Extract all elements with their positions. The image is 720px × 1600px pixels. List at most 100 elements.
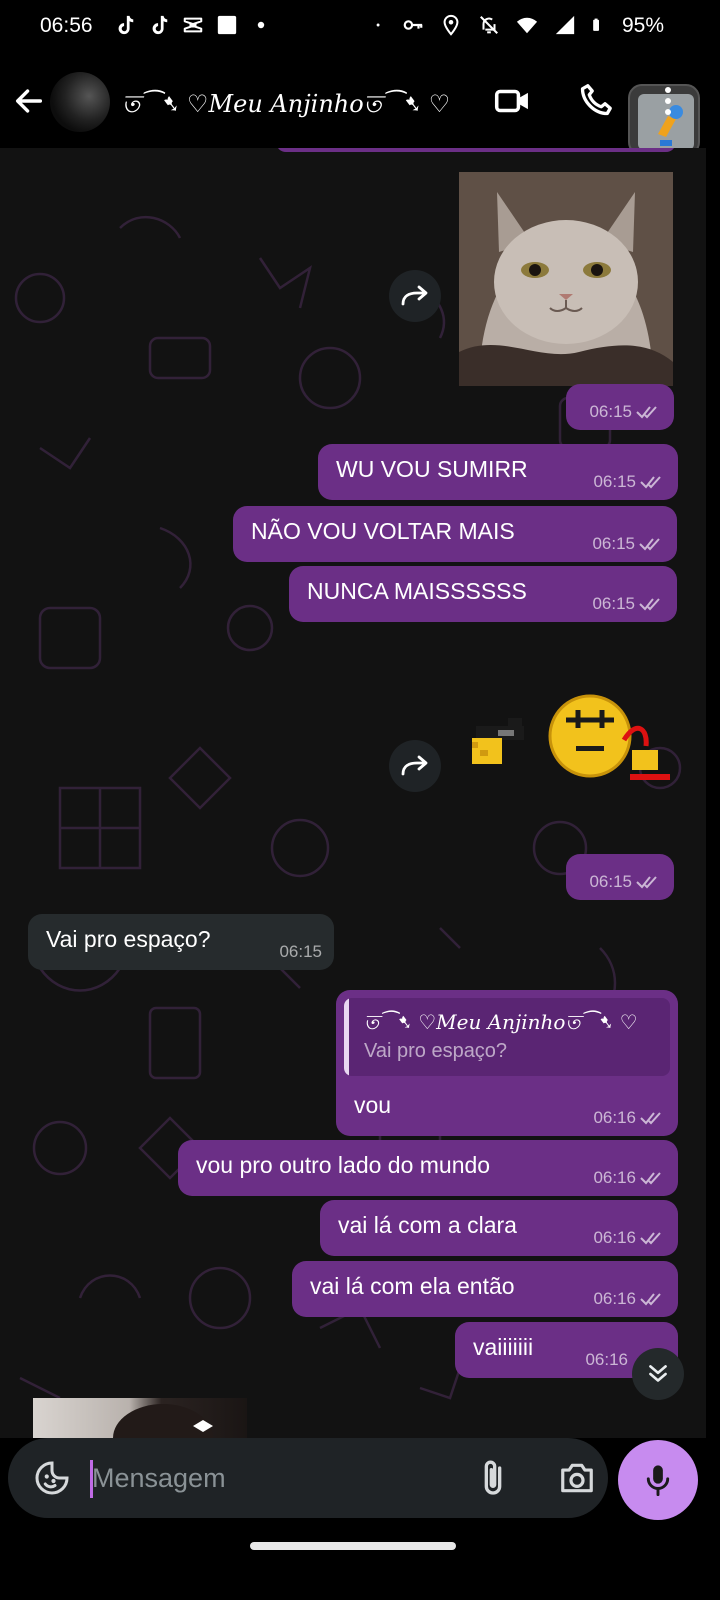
message-time: 06:15 [589, 402, 632, 421]
microphone-icon [646, 1465, 670, 1497]
message-time: 06:15 [592, 594, 635, 613]
chat-header: ত⁀➷ ♡Meu Anjinhoত⁀➷ ♡ [0, 56, 706, 156]
media-thumbnail [113, 1404, 213, 1438]
cat-image [459, 172, 673, 386]
message-meta: 06:15 [592, 594, 665, 614]
wifi-icon [516, 17, 538, 34]
vpn-key-icon [403, 20, 423, 30]
more-options-icon[interactable] [664, 86, 672, 116]
message-meta: 06:15 [593, 472, 666, 492]
battery-icon [593, 18, 599, 31]
message-time: 06:15 [592, 534, 635, 553]
message-text: vaiiiiiii [473, 1334, 534, 1360]
message-composer[interactable] [8, 1438, 608, 1518]
read-receipt-icon [636, 406, 657, 419]
quoted-text: Vai pro espaço? [364, 1040, 508, 1062]
message-time: 06:15 [279, 942, 322, 961]
message-text: vai lá com a clara [338, 1212, 517, 1238]
system-icons [376, 14, 606, 36]
message-bubble[interactable]: WU VOU SUMIRR 06:15 [318, 444, 678, 500]
forward-arrow-icon [401, 755, 428, 776]
message-time: 06:16 [593, 1289, 636, 1308]
message-meta: 06:16 [593, 1168, 666, 1188]
signal-icon [555, 15, 575, 35]
previous-message-edge [276, 148, 676, 152]
message-meta: 06:16 [593, 1108, 666, 1128]
message-bubble[interactable]: NÃO VOU VOLTAR MAIS 06:15 [233, 506, 677, 562]
home-indicator[interactable] [250, 1542, 456, 1550]
notification-icons [114, 14, 272, 36]
sticker[interactable] [468, 688, 678, 798]
status-time: 06:56 [40, 14, 93, 37]
location-icon [443, 14, 459, 36]
message-time: 06:15 [589, 872, 632, 891]
read-receipt-icon [636, 876, 657, 889]
quote-bar [344, 998, 349, 1076]
message-meta: 06:15 [589, 872, 662, 892]
message-list[interactable]: 06:15 WU VOU SUMIRR 06:15 NÃO VOU VOLTAR… [0, 148, 706, 1438]
forward-arrow-icon [401, 285, 428, 306]
back-arrow-icon[interactable] [12, 84, 46, 118]
pixel-emoji-gun-sticker [472, 694, 670, 780]
image-timestamp-bubble: 06:15 [566, 384, 674, 430]
attachment-icon[interactable] [478, 1458, 508, 1498]
message-time: 06:15 [593, 472, 636, 491]
capcut-icon [183, 17, 203, 33]
quoted-message[interactable]: ত⁀➷ ♡Meu Anjinhoত⁀➷ ♡ Vai pro espaço? [344, 998, 670, 1076]
message-bubble[interactable]: vai lá com ela então 06:16 [292, 1261, 678, 1317]
video-call-icon[interactable] [494, 84, 532, 118]
read-receipt-icon [639, 538, 660, 551]
read-receipt-icon [639, 598, 660, 611]
message-text: NÃO VOU VOLTAR MAIS [251, 518, 515, 544]
read-receipt-icon [640, 476, 661, 489]
voice-call-icon[interactable] [578, 82, 614, 118]
message-time: 06:16 [593, 1108, 636, 1127]
message-meta: 06:15 [592, 534, 665, 554]
message-text: vai lá com ela então [310, 1273, 515, 1299]
message-text: NUNCA MAISSSSSS [307, 578, 527, 604]
status-bar: 06:56 95% [0, 0, 706, 56]
message-text: vou pro outro lado do mundo [196, 1152, 491, 1178]
read-receipt-icon [640, 1172, 661, 1185]
tiktok-icon [118, 15, 134, 35]
message-text: WU VOU SUMIRR [336, 456, 528, 482]
quoted-sender-name: ত⁀➷ ♡Meu Anjinhoত⁀➷ ♡ [364, 1010, 638, 1034]
message-time: 06:16 [593, 1228, 636, 1247]
camera-icon[interactable] [558, 1460, 596, 1496]
bell-off-icon [480, 16, 498, 34]
dot-icon [376, 23, 380, 27]
battery-percentage: 95% [621, 14, 664, 37]
composer-bar [0, 1438, 706, 1568]
sticker-emoji-icon[interactable] [34, 1460, 70, 1496]
message-bubble[interactable]: vai lá com a clara 06:16 [320, 1200, 678, 1256]
message-meta: 06:16 [585, 1350, 628, 1370]
reply-message-bubble[interactable]: ত⁀➷ ♡Meu Anjinhoত⁀➷ ♡ Vai pro espaço? vo… [336, 990, 678, 1136]
dot-icon [257, 21, 265, 29]
message-meta: 06:15 [589, 402, 662, 422]
double-chevron-down-icon [649, 1365, 667, 1382]
incoming-media-preview[interactable] [33, 1398, 247, 1438]
message-text: Vai pro espaço? [46, 926, 211, 952]
contact-name[interactable]: ত⁀➷ ♡Meu Anjinhoত⁀➷ ♡ [122, 86, 467, 126]
read-receipt-icon [640, 1232, 661, 1245]
incoming-message-bubble[interactable]: Vai pro espaço? 06:15 [28, 914, 334, 970]
message-meta: 06:15 [279, 942, 322, 962]
message-bubble[interactable]: vou pro outro lado do mundo 06:16 [178, 1140, 678, 1196]
message-time: 06:16 [585, 1350, 628, 1369]
read-receipt-icon [640, 1293, 661, 1306]
forward-button[interactable] [389, 270, 441, 322]
contact-avatar[interactable] [50, 72, 110, 132]
message-meta: 06:16 [593, 1289, 666, 1309]
message-text: vou [354, 1092, 392, 1118]
message-bubble[interactable]: NUNCA MAISSSSSS 06:15 [289, 566, 677, 622]
square-notification-icon [217, 15, 237, 35]
cat-photo[interactable] [459, 172, 673, 386]
forward-button[interactable] [389, 740, 441, 792]
sticker-timestamp-bubble: 06:15 [566, 854, 674, 900]
message-input[interactable] [92, 1452, 462, 1504]
tiktok-icon [152, 15, 168, 35]
message-meta: 06:16 [593, 1228, 666, 1248]
scroll-to-bottom-button[interactable] [632, 1348, 684, 1400]
voice-message-button[interactable] [618, 1440, 698, 1520]
message-time: 06:16 [593, 1168, 636, 1187]
